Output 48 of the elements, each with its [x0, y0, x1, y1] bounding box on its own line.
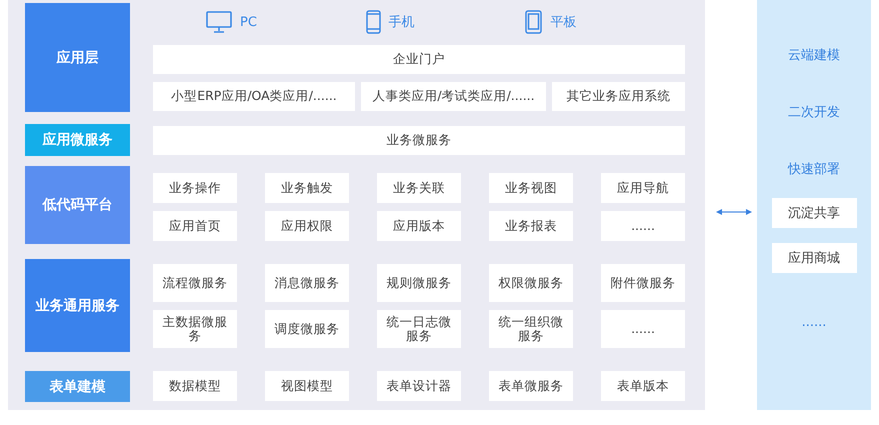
module-box: 流程微服务: [153, 264, 237, 302]
monitor-icon: [206, 11, 232, 33]
module-box: 应用版本: [377, 211, 461, 241]
service-box: 业务微服务: [153, 126, 685, 155]
device-label: PC: [240, 14, 257, 30]
double-arrow: [716, 207, 752, 217]
module-box: 规则微服务: [377, 264, 461, 302]
feature-label: 云端建模: [788, 47, 840, 65]
portal-box: 企业门户: [153, 45, 685, 74]
module-box: ......: [601, 310, 685, 348]
module-box: 应用首页: [153, 211, 237, 241]
module-box: 表单微服务: [489, 371, 573, 401]
tablet-icon: [525, 10, 542, 34]
module-box: 业务关联: [377, 173, 461, 203]
layer-label: 应用微服务: [25, 124, 130, 156]
feature-label: 二次开发: [788, 104, 840, 122]
module-box: 统一组织微服务: [489, 310, 573, 348]
device-label: 手机: [388, 14, 415, 31]
module-box: 主数据微服务: [153, 310, 237, 348]
layer-label: 业务通用服务: [25, 259, 130, 352]
module-box: 附件微服务: [601, 264, 685, 302]
feature-label: ......: [802, 315, 826, 332]
module-box: 表单设计器: [377, 371, 461, 401]
device-label: 平板: [550, 14, 576, 31]
app-box: 人事类应用/考试类应用/......: [361, 82, 546, 111]
phone-icon: [366, 10, 381, 34]
module-box: 应用权限: [265, 211, 349, 241]
module-box: 调度微服务: [265, 310, 349, 348]
feature-label: 快速部署: [788, 161, 840, 179]
layer-label: 表单建模: [25, 371, 130, 402]
module-box: 业务视图: [489, 173, 573, 203]
module-box: 表单版本: [601, 371, 685, 401]
module-box: 统一日志微服务: [377, 310, 461, 348]
layer-label: 应用层: [25, 3, 130, 112]
feature-box: 应用商城: [772, 243, 856, 273]
module-box: 视图模型: [265, 371, 349, 401]
app-box: 小型ERP应用/OA类应用/......: [153, 82, 355, 111]
module-box: 应用导航: [601, 173, 685, 203]
layer-label: 低代码平台: [25, 166, 130, 244]
module-box: 业务报表: [489, 211, 573, 241]
module-box: 数据模型: [153, 371, 237, 401]
module-box: ......: [601, 211, 685, 241]
module-box: 业务触发: [265, 173, 349, 203]
module-box: 消息微服务: [265, 264, 349, 302]
module-box: 权限微服务: [489, 264, 573, 302]
feature-box: 沉淀共享: [772, 198, 856, 228]
module-box: 业务操作: [153, 173, 237, 203]
app-box: 其它业务应用系统: [552, 82, 685, 111]
